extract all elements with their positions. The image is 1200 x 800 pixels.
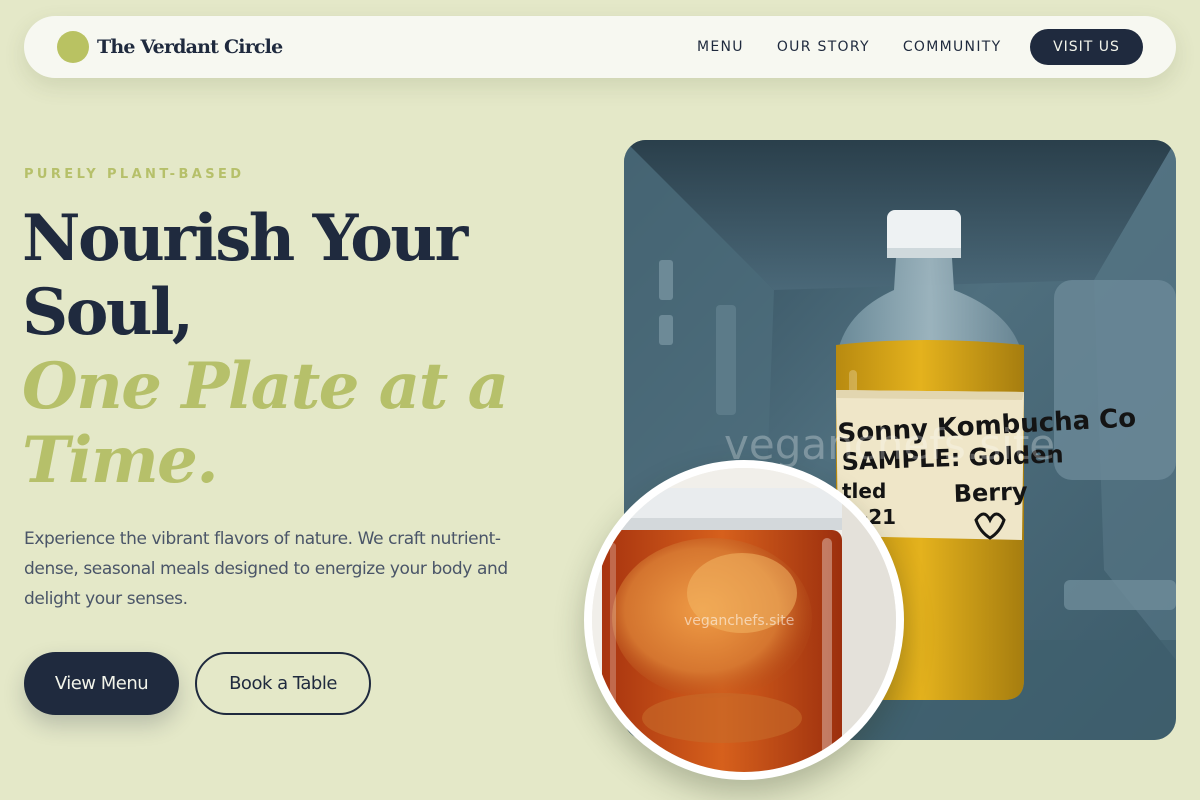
nav-link-menu[interactable]: MENU bbox=[697, 39, 744, 55]
brand-name: The Verdant Circle bbox=[97, 36, 283, 58]
headline-accent-line-2: Time. bbox=[22, 423, 219, 498]
watermark-main: veganchefs.site bbox=[724, 420, 1056, 469]
brand[interactable]: The Verdant Circle bbox=[57, 31, 283, 63]
view-menu-button[interactable]: View Menu bbox=[24, 652, 179, 715]
headline-accent-line-1: One Plate at a bbox=[22, 349, 509, 424]
hero-headline: Nourish Your Soul, One Plate at a Time. bbox=[22, 202, 562, 498]
headline-line-1: Nourish Your bbox=[22, 201, 468, 276]
headline-line-2: Soul, bbox=[22, 275, 194, 350]
main-nav: MENU OUR STORY COMMUNITY bbox=[697, 39, 1001, 55]
circle-logo-icon bbox=[57, 31, 89, 63]
visit-us-button[interactable]: VISIT US bbox=[1030, 29, 1143, 65]
nav-link-community[interactable]: COMMUNITY bbox=[903, 39, 1002, 55]
hero-eyebrow: PURELY PLANT-BASED bbox=[24, 167, 245, 182]
bottle-label-line-3: Berry bbox=[953, 477, 1028, 508]
hero-description: Experience the vibrant flavors of nature… bbox=[24, 529, 508, 609]
watermark-inset: veganchefs.site bbox=[684, 613, 795, 629]
site-header: The Verdant Circle MENU OUR STORY COMMUN… bbox=[24, 16, 1176, 78]
nav-link-our-story[interactable]: OUR STORY bbox=[777, 39, 870, 55]
book-table-button[interactable]: Book a Table bbox=[195, 652, 371, 715]
